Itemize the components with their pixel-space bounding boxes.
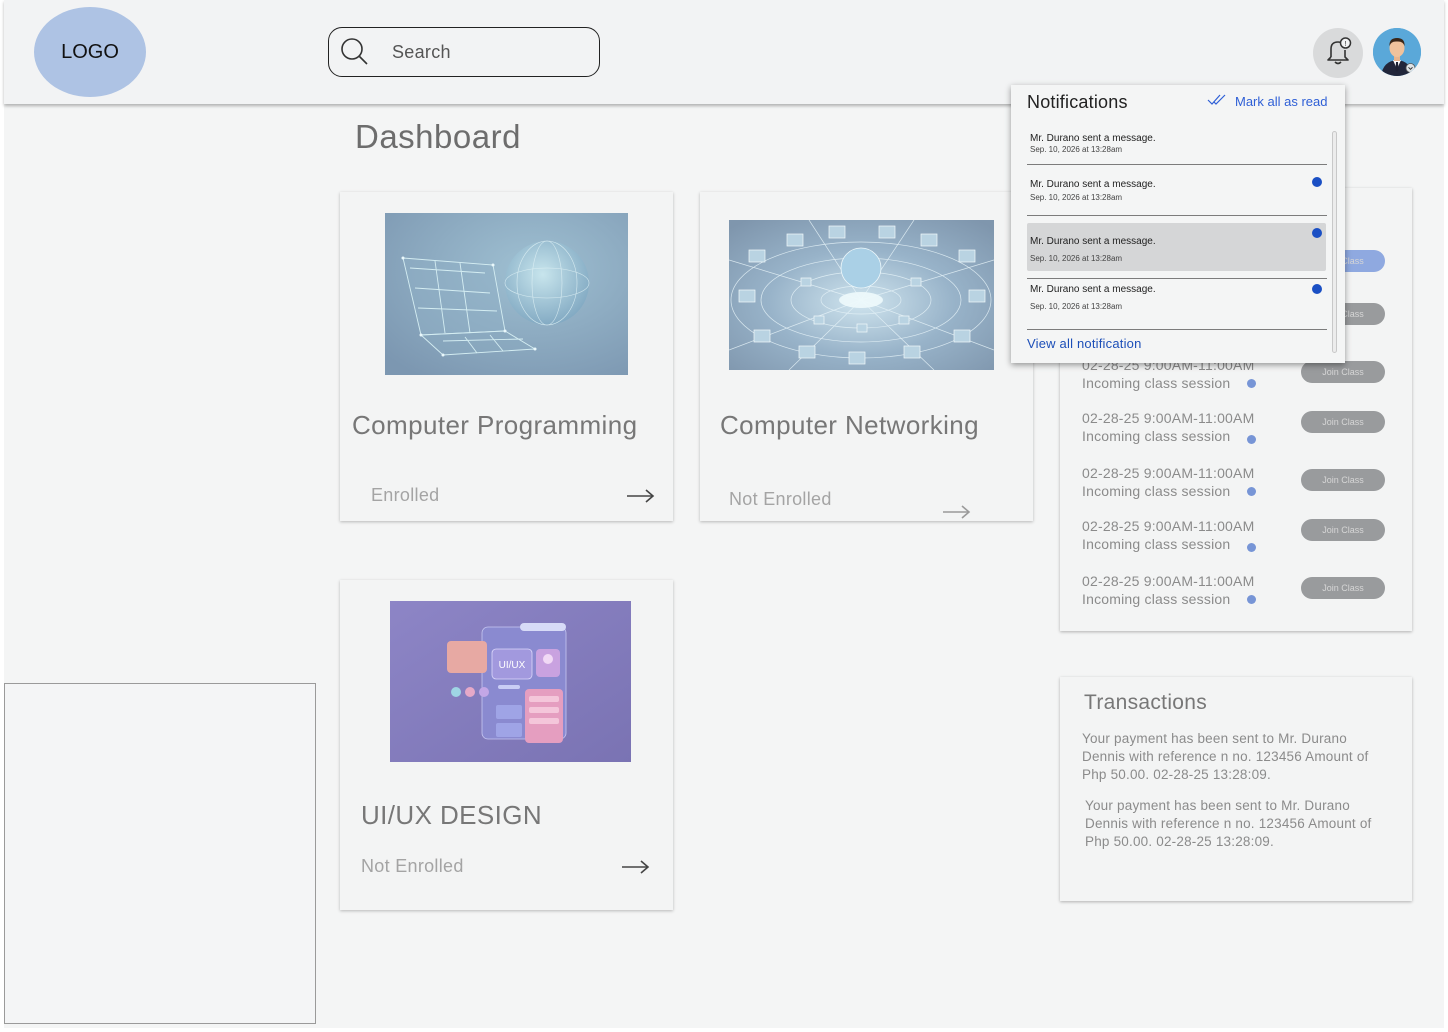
session-desc: Incoming class session bbox=[1082, 536, 1231, 552]
unread-dot bbox=[1312, 228, 1322, 238]
join-class-button[interactable]: Join Class bbox=[1301, 519, 1385, 541]
notification-item[interactable]: Mr. Durano sent a message. Sep. 10, 2026… bbox=[1027, 228, 1326, 266]
double-check-icon bbox=[1207, 94, 1229, 109]
join-class-button[interactable]: Join Class bbox=[1301, 361, 1385, 383]
sidebar-panel bbox=[4, 683, 316, 1024]
course-status: Enrolled bbox=[371, 485, 440, 505]
search-input[interactable]: Search bbox=[392, 42, 451, 63]
course-title: UI/UX DESIGN bbox=[361, 800, 543, 830]
course-card-uiux[interactable]: UI/UX UI/UX DESIGN Not Enrolled bbox=[340, 580, 673, 910]
session-time: 02-28-25 9:00AM-11:00AM bbox=[1082, 465, 1255, 481]
join-class-button[interactable]: Join Class bbox=[1301, 577, 1385, 599]
transaction-item: Your payment has been sent to Mr. Durano… bbox=[1085, 798, 1372, 849]
course-title: Computer Networking bbox=[720, 410, 980, 440]
search-icon bbox=[340, 37, 370, 67]
course-status: Not Enrolled bbox=[729, 489, 832, 509]
arrow-right-icon[interactable] bbox=[942, 504, 972, 520]
transactions-panel: Transactions Your payment has been sent … bbox=[1060, 677, 1412, 901]
course-image-uiux: UI/UX bbox=[390, 601, 631, 762]
join-class-button[interactable]: Join Class bbox=[1301, 469, 1385, 491]
session-desc: Incoming class session bbox=[1082, 591, 1231, 607]
notification-message: Mr. Durano sent a message. bbox=[1030, 133, 1156, 144]
session-status-dot bbox=[1247, 379, 1256, 388]
notification-date: Sep. 10, 2026 at 13:28am bbox=[1030, 145, 1123, 154]
session-status-dot bbox=[1247, 595, 1256, 604]
bell-icon: ! bbox=[1322, 35, 1354, 72]
course-card-programming[interactable]: Computer Programming Enrolled bbox=[340, 192, 673, 521]
course-title: Computer Programming bbox=[352, 410, 638, 440]
divider bbox=[1027, 329, 1327, 330]
session-status-dot bbox=[1247, 435, 1256, 444]
session-status-dot bbox=[1247, 487, 1256, 496]
notification-message: Mr. Durano sent a message. bbox=[1030, 284, 1156, 295]
notification-item[interactable]: Mr. Durano sent a message. Sep. 10, 2026… bbox=[1027, 282, 1326, 314]
transaction-item: Your payment has been sent to Mr. Durano… bbox=[1082, 731, 1369, 782]
join-class-button[interactable]: Join Class bbox=[1301, 411, 1385, 433]
notifications-title: Notifications bbox=[1027, 92, 1128, 112]
notification-message: Mr. Durano sent a message. bbox=[1030, 236, 1156, 247]
svg-text:!: ! bbox=[1344, 38, 1346, 47]
notifications-scrollbar[interactable] bbox=[1332, 131, 1337, 353]
session-desc: Incoming class session bbox=[1082, 375, 1231, 391]
notification-date: Sep. 10, 2026 at 13:28am bbox=[1030, 254, 1123, 263]
session-time: 02-28-25 9:00AM-11:00AM bbox=[1082, 410, 1255, 426]
logo-text: LOGO bbox=[61, 40, 119, 63]
search-bar[interactable]: Search bbox=[328, 27, 600, 77]
notification-date: Sep. 10, 2026 at 13:28am bbox=[1030, 302, 1123, 311]
course-image-programming bbox=[385, 213, 628, 375]
divider bbox=[1027, 215, 1327, 216]
notification-item[interactable]: Mr. Durano sent a message. Sep. 10, 2026… bbox=[1027, 131, 1326, 163]
page-title: Dashboard bbox=[355, 118, 521, 155]
notifications-dropdown: Notifications Mark all as read Mr. Duran… bbox=[1011, 85, 1345, 363]
uiux-image-label: UI/UX bbox=[499, 660, 526, 671]
unread-dot bbox=[1312, 177, 1322, 187]
notification-item[interactable]: Mr. Durano sent a message. Sep. 10, 2026… bbox=[1027, 177, 1326, 209]
arrow-right-icon[interactable] bbox=[626, 488, 656, 504]
avatar[interactable] bbox=[1373, 28, 1421, 76]
notification-bell-button[interactable]: ! bbox=[1313, 28, 1363, 78]
notification-message: Mr. Durano sent a message. bbox=[1030, 179, 1156, 190]
course-image-networking bbox=[729, 220, 994, 370]
unread-dot bbox=[1312, 284, 1322, 294]
session-desc: Incoming class session bbox=[1082, 428, 1231, 444]
session-desc: Incoming class session bbox=[1082, 483, 1231, 499]
transactions-title: Transactions bbox=[1084, 691, 1208, 714]
arrow-right-icon[interactable] bbox=[621, 859, 651, 875]
session-status-dot bbox=[1247, 543, 1256, 552]
view-all-notifications-link[interactable]: View all notification bbox=[1027, 336, 1142, 351]
course-card-networking[interactable]: Computer Networking Not Enrolled bbox=[700, 192, 1033, 521]
course-status: Not Enrolled bbox=[361, 856, 464, 876]
notification-date: Sep. 10, 2026 at 13:28am bbox=[1030, 193, 1123, 202]
divider bbox=[1027, 278, 1327, 279]
session-time: 02-28-25 9:00AM-11:00AM bbox=[1082, 573, 1255, 589]
mark-all-read-button[interactable]: Mark all as read bbox=[1207, 94, 1327, 109]
mark-all-read-label: Mark all as read bbox=[1235, 94, 1328, 109]
session-time: 02-28-25 9:00AM-11:00AM bbox=[1082, 518, 1255, 534]
divider bbox=[1027, 164, 1327, 165]
logo[interactable]: LOGO bbox=[34, 7, 146, 97]
